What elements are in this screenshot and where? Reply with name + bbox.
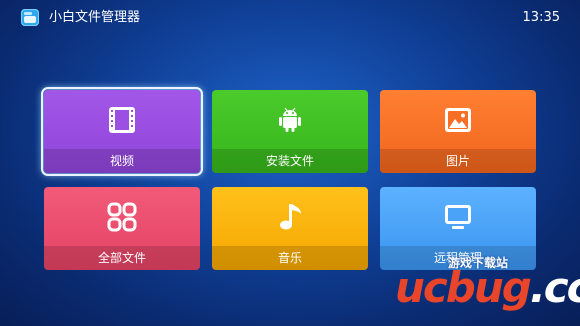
tile-label: 音乐 [277,251,302,265]
film-icon [109,107,135,133]
app-title: 小白文件管理器 [49,10,141,25]
watermark-logo-text: ucbug [395,263,532,312]
top-bar: 小白文件管理器 13:35 [0,0,580,36]
image-icon [445,108,471,132]
tile-all-files[interactable]: 全部文件 [44,187,200,270]
tile-label: 安装文件 [265,154,314,168]
tile-label: 图片 [445,154,470,168]
watermark-logo: ucbug.cc [395,264,580,312]
monitor-icon [445,205,471,229]
tile-images[interactable]: 图片 [380,90,536,173]
grid-icon [107,202,137,232]
android-icon [279,107,301,132]
tile-label: 全部文件 [97,251,146,265]
music-note-icon [280,204,301,230]
clock: 13:35 [522,10,560,25]
folder-app-icon [21,9,39,26]
watermark-logo-suffix: .cc [529,263,580,312]
tile-music[interactable]: 音乐 [212,187,368,270]
tile-install-files[interactable]: 安装文件 [212,90,368,173]
tile-label: 视频 [109,154,134,168]
tile-video[interactable]: 视频 [41,87,203,176]
